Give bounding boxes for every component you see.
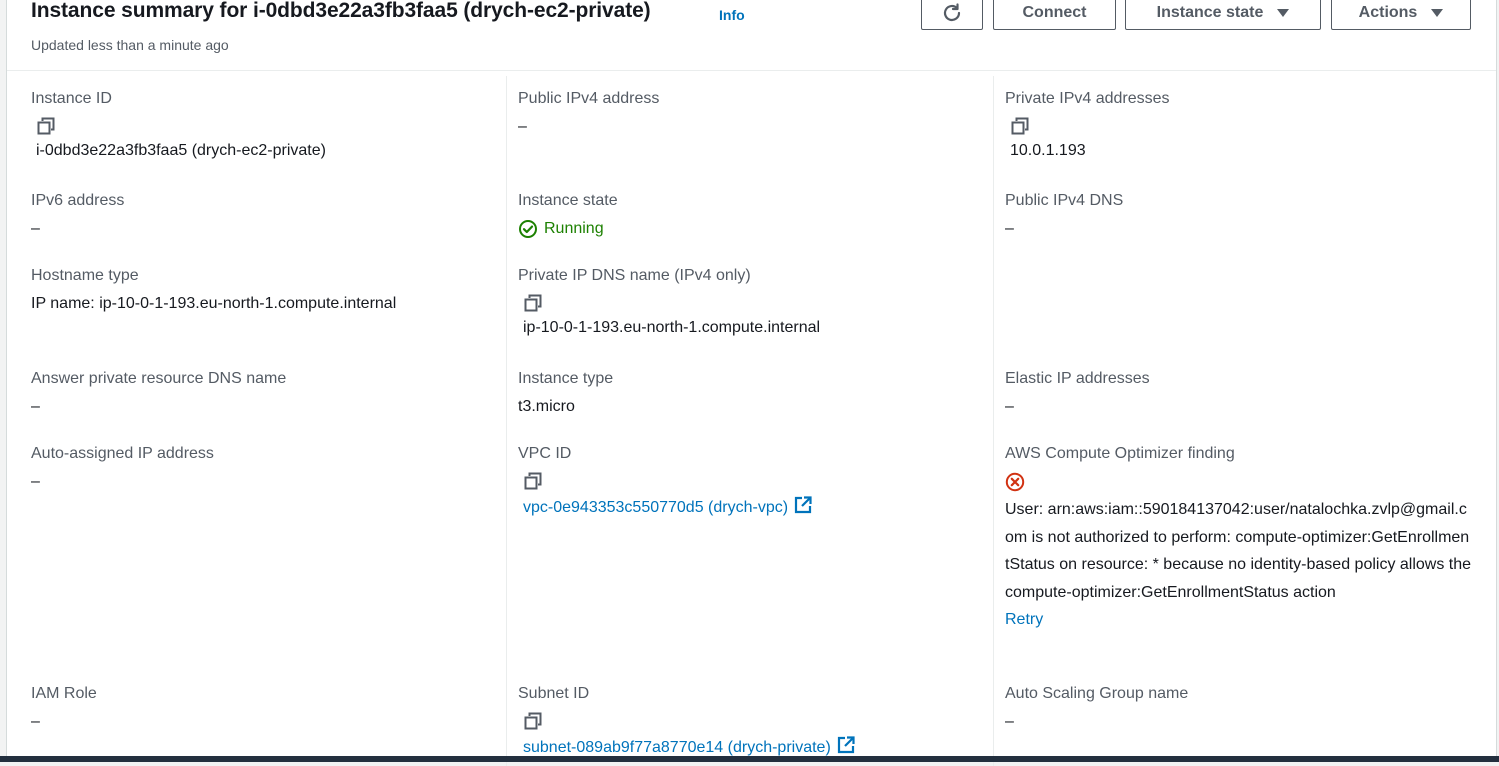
status-positive-icon xyxy=(519,220,537,238)
field-private-ipv4: Private IPv4 addresses 10.0.1.193 xyxy=(1005,89,1475,161)
connect-button[interactable]: Connect xyxy=(993,0,1116,30)
copy-icon[interactable] xyxy=(524,712,542,730)
field-label: IAM Role xyxy=(31,685,97,702)
field-label: Auto-assigned IP address xyxy=(31,445,214,462)
field-value: – xyxy=(1005,220,1014,237)
field-label: Private IPv4 addresses xyxy=(1005,90,1170,107)
instance-state-button-label: Instance state xyxy=(1156,4,1264,21)
field-public-ipv4: Public IPv4 address – xyxy=(518,89,988,137)
instance-summary-panel: Instance summary for i-0dbd3e22a3fb3faa5… xyxy=(6,0,1497,766)
field-asg-name: Auto Scaling Group name – xyxy=(1005,684,1475,732)
field-label: Elastic IP addresses xyxy=(1005,370,1150,387)
actions-button[interactable]: Actions xyxy=(1331,0,1471,30)
field-label: Private IP DNS name (IPv4 only) xyxy=(518,267,751,284)
instance-state-button[interactable]: Instance state xyxy=(1125,0,1321,30)
vpc-link-text[interactable]: vpc-0e943353c550770d5 (drych-vpc) xyxy=(523,499,788,516)
field-label: VPC ID xyxy=(518,445,572,462)
field-instance-id: Instance ID i-0dbd3e22a3fb3faa5 (drych-e… xyxy=(31,89,501,161)
field-value: i-0dbd3e22a3fb3faa5 (drych-ec2-private) xyxy=(36,142,326,159)
connect-button-label: Connect xyxy=(1022,4,1087,21)
bottom-bar xyxy=(0,756,1499,762)
field-value: t3.micro xyxy=(518,398,575,415)
field-value: – xyxy=(31,713,40,730)
field-value: 10.0.1.193 xyxy=(1010,142,1086,159)
summary-header: Instance summary for i-0dbd3e22a3fb3faa5… xyxy=(7,0,1496,71)
field-iam-role: IAM Role – xyxy=(31,684,501,732)
field-label: Instance state xyxy=(518,192,618,209)
subnet-link-text[interactable]: subnet-089ab9f77a8770e14 (drych-private) xyxy=(523,739,831,756)
field-label: Public IPv4 DNS xyxy=(1005,192,1124,209)
field-value: ip-10-0-1-193.eu-north-1.compute.interna… xyxy=(523,319,821,336)
field-compute-optimizer: AWS Compute Optimizer finding User: arn:… xyxy=(1005,444,1475,633)
subnet-link[interactable]: subnet-089ab9f77a8770e14 (drych-private) xyxy=(523,736,988,758)
column-divider xyxy=(993,76,994,766)
status-badge: Running xyxy=(518,219,988,239)
external-link-icon xyxy=(794,496,812,514)
field-ipv6: IPv6 address – xyxy=(31,191,501,239)
caret-down-icon xyxy=(1431,9,1444,17)
field-value: – xyxy=(31,398,40,415)
vpc-link[interactable]: vpc-0e943353c550770d5 (drych-vpc) xyxy=(523,496,988,518)
page-title: Instance summary for i-0dbd3e22a3fb3faa5… xyxy=(31,0,651,22)
copy-icon[interactable] xyxy=(1011,117,1029,135)
retry-link[interactable]: Retry xyxy=(1005,606,1475,633)
info-link[interactable]: Info xyxy=(719,7,745,23)
field-value: – xyxy=(1005,713,1014,730)
copy-icon[interactable] xyxy=(524,294,542,312)
status-negative-icon xyxy=(1005,472,1025,492)
field-private-dns: Private IP DNS name (IPv4 only) ip-10-0-… xyxy=(518,266,988,338)
field-label: Public IPv4 address xyxy=(518,90,660,107)
field-vpc-id: VPC ID vpc-0e943353c550770d5 (drych-vpc) xyxy=(518,444,988,518)
copy-icon[interactable] xyxy=(524,472,542,490)
field-elastic-ip: Elastic IP addresses – xyxy=(1005,369,1475,417)
copy-icon[interactable] xyxy=(37,117,55,135)
actions-button-label: Actions xyxy=(1358,4,1418,21)
field-public-dns: Public IPv4 DNS – xyxy=(1005,191,1475,239)
field-label: AWS Compute Optimizer finding xyxy=(1005,445,1235,462)
field-subnet-id: Subnet ID subnet-089ab9f77a8770e14 (dryc… xyxy=(518,684,988,758)
field-answer-private-dns: Answer private resource DNS name – xyxy=(31,369,501,417)
error-message: User: arn:aws:iam::590184137042:user/nat… xyxy=(1005,501,1472,601)
status-text: Running xyxy=(544,220,604,237)
field-label: Hostname type xyxy=(31,267,139,284)
field-auto-assigned-ip: Auto-assigned IP address – xyxy=(31,444,501,492)
field-hostname-type: Hostname type IP name: ip-10-0-1-193.eu-… xyxy=(31,266,501,314)
field-label: Subnet ID xyxy=(518,685,590,702)
updated-text: Updated less than a minute ago xyxy=(31,37,229,53)
field-label: Instance ID xyxy=(31,90,112,107)
refresh-icon xyxy=(943,3,961,22)
field-label: Auto Scaling Group name xyxy=(1005,685,1189,702)
caret-down-icon xyxy=(1277,9,1290,17)
field-value: – xyxy=(1005,398,1014,415)
refresh-button[interactable] xyxy=(921,0,983,30)
field-value: IP name: ip-10-0-1-193.eu-north-1.comput… xyxy=(31,295,397,312)
field-value: – xyxy=(518,118,527,135)
field-instance-type: Instance type t3.micro xyxy=(518,369,988,417)
field-value: – xyxy=(31,220,40,237)
field-label: Answer private resource DNS name xyxy=(31,370,287,387)
external-link-icon xyxy=(837,736,855,754)
field-label: Instance type xyxy=(518,370,614,387)
field-instance-state: Instance state Running xyxy=(518,191,988,239)
field-value: – xyxy=(31,473,40,490)
field-label: IPv6 address xyxy=(31,192,125,209)
column-divider xyxy=(506,76,507,766)
